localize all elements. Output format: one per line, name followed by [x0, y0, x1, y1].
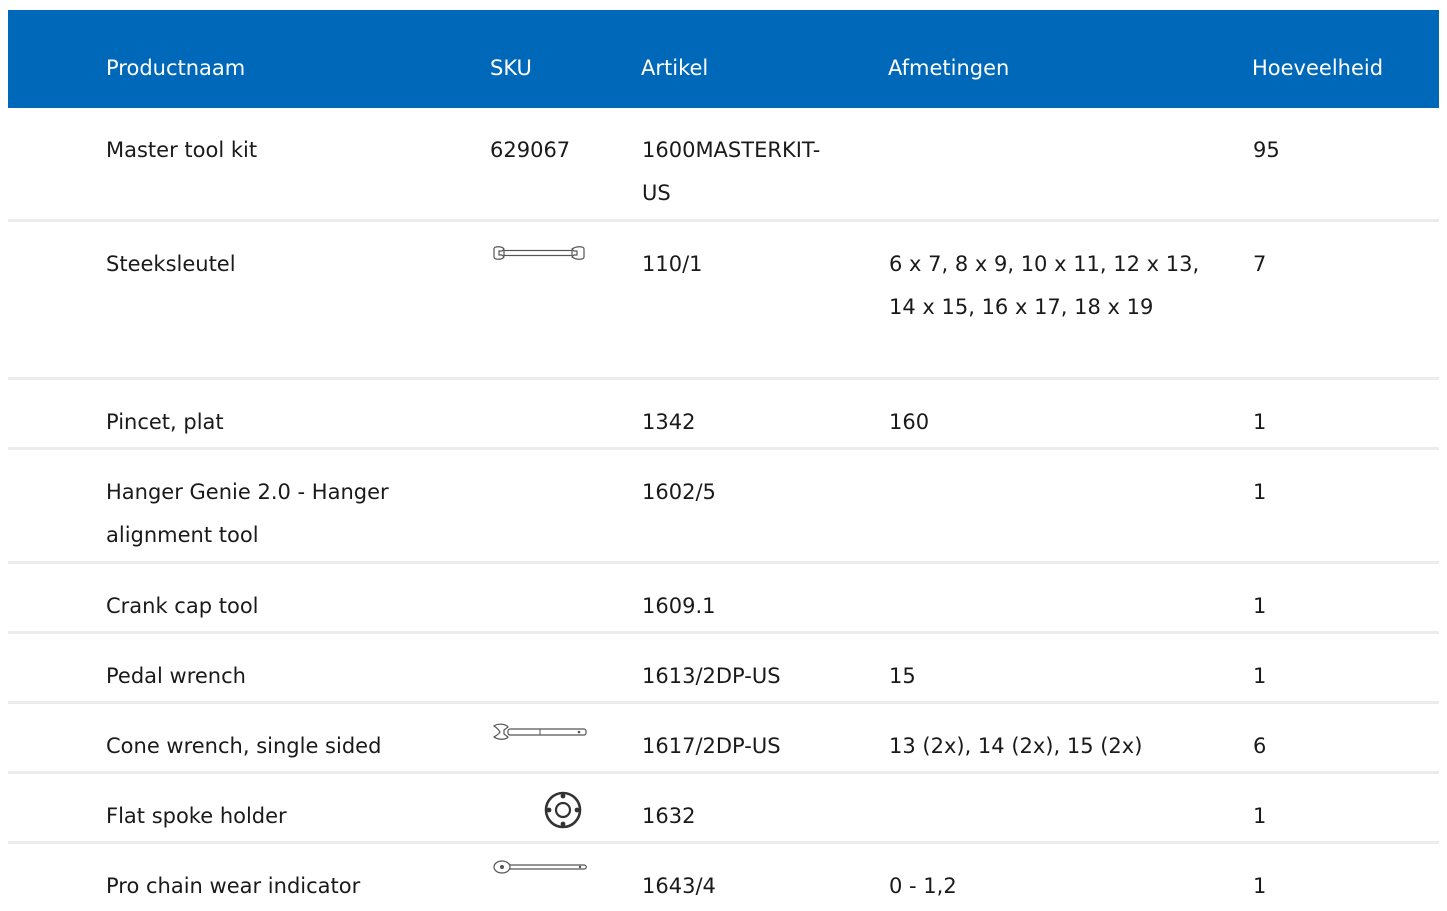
table-row: Hanger Genie 2.0 - Hanger alignment tool… — [8, 450, 1439, 564]
table-row: Flat spoke holder 1632 1 — [8, 774, 1439, 844]
article-number: 1632 — [642, 804, 696, 828]
product-name: Pedal wrench — [106, 664, 246, 688]
table-row: Pro chain wear indicator 1643/4 0 - 1,2 … — [8, 844, 1439, 911]
chain-wear-indicator-icon — [492, 856, 588, 880]
article-number: 1600MASTERKIT- US — [642, 138, 821, 205]
article-number: 1602/5 — [642, 480, 716, 504]
quantity-value: 1 — [1253, 874, 1267, 898]
product-name: Pincet, plat — [106, 410, 224, 434]
product-name: Pro chain wear indicator — [106, 874, 361, 898]
dimensions-value: 6 x 7, 8 x 9, 10 x 11, 12 x 13, 14 x 15,… — [889, 252, 1200, 319]
dimensions-value: 0 - 1,2 — [889, 874, 957, 898]
cone-wrench-icon — [492, 722, 588, 746]
header-afmetingen[interactable]: Afmetingen — [888, 55, 1009, 81]
table-row: Crank cap tool 1609.1 1 — [8, 564, 1439, 634]
dimensions-value: 13 (2x), 14 (2x), 15 (2x) — [889, 734, 1143, 758]
article-number: 1643/4 — [642, 874, 716, 898]
header-sku[interactable]: SKU — [490, 55, 532, 81]
table-row: Steeksleutel 110/1 6 x 7, 8 x 9, 10 x 11… — [8, 222, 1439, 380]
sku-value: 629067 — [490, 138, 571, 162]
table-row: Cone wrench, single sided 1617/2DP-US 13… — [8, 704, 1439, 774]
product-name: Crank cap tool — [106, 594, 259, 618]
quantity-value: 1 — [1253, 410, 1267, 434]
open-end-wrench-icon — [492, 242, 586, 266]
table-row: Master tool kit 629067 1600MASTERKIT- US … — [8, 108, 1439, 222]
product-table: Productnaam SKU Artikel Afmetingen Hoeve… — [8, 10, 1439, 911]
header-hoeveelheid[interactable]: Hoeveelheid — [1252, 55, 1383, 81]
table-row: Pincet, plat 1342 160 1 — [8, 380, 1439, 450]
article-number: 1617/2DP-US — [642, 734, 781, 758]
header-artikel[interactable]: Artikel — [641, 55, 708, 81]
quantity-value: 1 — [1253, 480, 1267, 504]
header-productnaam[interactable]: Productnaam — [106, 55, 245, 81]
table-header: Productnaam SKU Artikel Afmetingen Hoeve… — [8, 10, 1439, 108]
product-name: Hanger Genie 2.0 - Hanger alignment tool — [106, 480, 389, 547]
quantity-value: 1 — [1253, 664, 1267, 688]
table-row: Pedal wrench 1613/2DP-US 15 1 — [8, 634, 1439, 704]
product-name: Cone wrench, single sided — [106, 734, 382, 758]
product-name: Master tool kit — [106, 138, 258, 162]
quantity-value: 95 — [1253, 138, 1280, 162]
article-number: 1613/2DP-US — [642, 664, 781, 688]
quantity-value: 7 — [1253, 252, 1267, 276]
quantity-value: 1 — [1253, 804, 1267, 828]
product-name: Steeksleutel — [106, 252, 236, 276]
dimensions-value: 15 — [889, 664, 916, 688]
dimensions-value: 160 — [889, 410, 930, 434]
product-name: Flat spoke holder — [106, 804, 287, 828]
quantity-value: 6 — [1253, 734, 1267, 758]
article-number: 110/1 — [642, 252, 703, 276]
article-number: 1342 — [642, 410, 696, 434]
spoke-holder-icon — [540, 790, 586, 835]
quantity-value: 1 — [1253, 594, 1267, 618]
article-number: 1609.1 — [642, 594, 716, 618]
